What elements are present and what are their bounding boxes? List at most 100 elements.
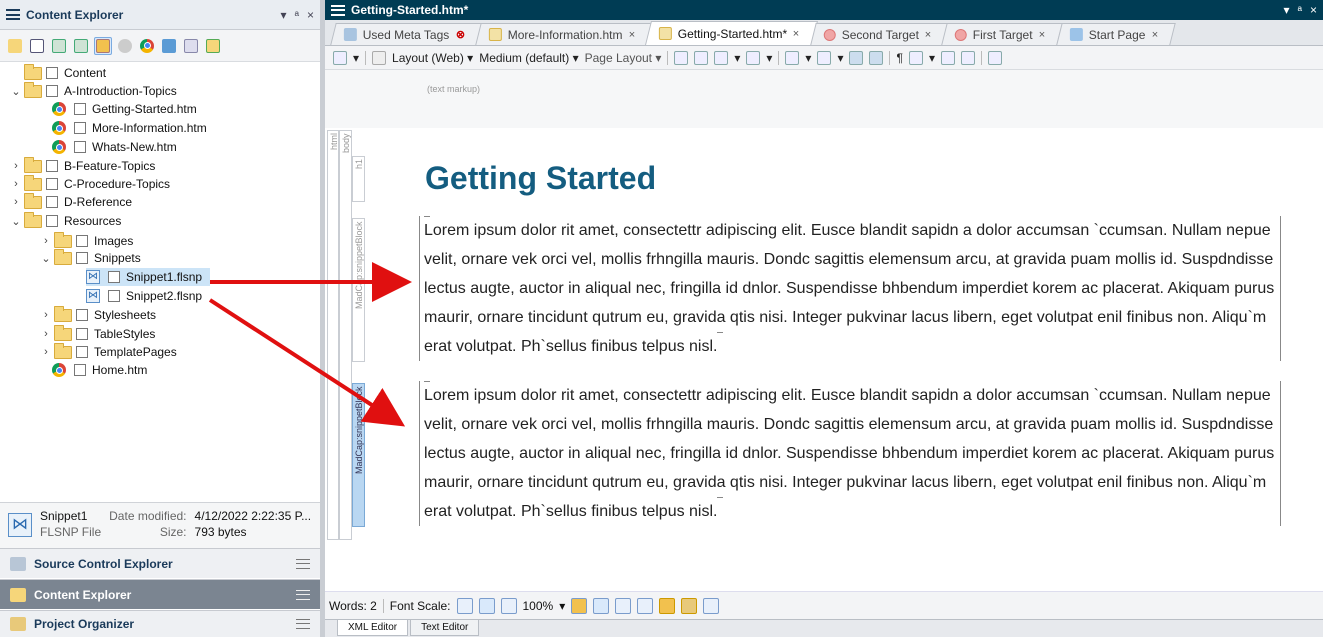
- tag-body[interactable]: body: [339, 130, 352, 540]
- chrome-button[interactable]: [138, 37, 156, 55]
- fit-width-icon[interactable]: [703, 597, 720, 614]
- tag-snippet-block-2[interactable]: MadCap:snippetBlock: [352, 383, 365, 527]
- tree-item-home[interactable]: Home.htm: [52, 361, 147, 379]
- show-blocks-icon[interactable]: [615, 597, 632, 614]
- show-tags-icon[interactable]: [593, 597, 610, 614]
- menu-icon[interactable]: [296, 589, 310, 600]
- pin-icon[interactable]: ᵃ: [295, 8, 299, 22]
- copy-button[interactable]: [50, 37, 68, 55]
- zoom-out-button[interactable]: [456, 597, 473, 614]
- folder-view-button[interactable]: [6, 37, 24, 55]
- checkbox[interactable]: [76, 235, 88, 247]
- concepts-icon[interactable]: [869, 50, 884, 65]
- tree-item-images[interactable]: › Images: [38, 231, 133, 250]
- tree-item-more-information[interactable]: More-Information.htm: [52, 119, 207, 137]
- chevron-right-icon[interactable]: ›: [38, 328, 54, 340]
- checkbox[interactable]: [108, 290, 120, 302]
- paste-icon[interactable]: [960, 50, 975, 65]
- tree-item-tablestyles[interactable]: › TableStyles: [38, 324, 155, 343]
- list-view-button[interactable]: [28, 37, 46, 55]
- chevron-down-icon[interactable]: ▾: [353, 51, 359, 65]
- show-spans-icon[interactable]: [746, 50, 761, 65]
- medium-dropdown[interactable]: Medium (default) ▾: [479, 51, 578, 65]
- checkbox[interactable]: [46, 196, 58, 208]
- tree-item-resources[interactable]: ⌄ Resources: [8, 211, 121, 230]
- print-icon[interactable]: [674, 50, 689, 65]
- tree-item-getting-started[interactable]: Getting-Started.htm: [52, 100, 197, 118]
- checkbox[interactable]: [74, 103, 86, 115]
- chevron-down-icon[interactable]: ⌄: [8, 85, 24, 98]
- chevron-right-icon[interactable]: ›: [8, 196, 24, 208]
- checkbox[interactable]: [46, 160, 58, 172]
- checkbox[interactable]: [76, 309, 88, 321]
- tree-item-b-feature[interactable]: › B-Feature-Topics: [8, 156, 155, 175]
- gear-button[interactable]: [116, 37, 134, 55]
- close-icon[interactable]: ×: [307, 8, 314, 22]
- checkbox[interactable]: [76, 252, 88, 264]
- tree-item-d-reference[interactable]: › D-Reference: [8, 192, 132, 211]
- snippet-paragraph-2[interactable]: Lorem ipsum dolor rit amet, consectettr …: [419, 381, 1281, 526]
- pilcrow-icon[interactable]: ¶: [896, 51, 902, 65]
- checkbox[interactable]: [108, 271, 120, 283]
- copy-icon[interactable]: [940, 50, 955, 65]
- tree-item-stylesheets[interactable]: › Stylesheets: [38, 305, 156, 324]
- tree-item-snippet1[interactable]: ⋈ Snippet1.flsnp: [86, 268, 210, 286]
- tag-h1[interactable]: h1: [352, 156, 365, 202]
- menu-icon[interactable]: [296, 558, 310, 569]
- chevron-down-icon[interactable]: ▾: [559, 599, 565, 613]
- tree-item-whats-new[interactable]: Whats-New.htm: [52, 138, 177, 156]
- close-icon[interactable]: ×: [628, 29, 634, 41]
- snippet-paragraph-1[interactable]: Lorem ipsum dolor rit amet, consectettr …: [419, 216, 1281, 361]
- chevron-right-icon[interactable]: ›: [38, 346, 54, 358]
- tab-second-target[interactable]: Second Target ×: [809, 23, 950, 45]
- zoom-reset-button[interactable]: [478, 597, 495, 614]
- source-control-explorer-tab[interactable]: Source Control Explorer: [0, 548, 320, 578]
- tree-item-snippets[interactable]: ⌄ Snippets: [38, 248, 141, 267]
- tab-first-target[interactable]: First Target ×: [941, 23, 1064, 45]
- chevron-down-icon[interactable]: ⌄: [8, 215, 24, 228]
- markers-icon[interactable]: [908, 50, 923, 65]
- brush-icon[interactable]: [372, 50, 387, 65]
- tab-start-page[interactable]: Start Page ×: [1055, 23, 1176, 45]
- editor-canvas[interactable]: (text markup) html body h1 MadCap:snippe…: [325, 70, 1323, 591]
- checkbox[interactable]: [46, 67, 58, 79]
- view-icon[interactable]: [333, 50, 347, 65]
- dropdown-icon[interactable]: ▾: [1283, 3, 1289, 17]
- checkbox[interactable]: [74, 141, 86, 153]
- content-explorer-tab[interactable]: Content Explorer: [0, 579, 320, 609]
- tab-text-editor[interactable]: Text Editor: [410, 620, 480, 636]
- text-box-icon[interactable]: [785, 50, 800, 65]
- pin-icon[interactable]: ᵃ: [1298, 3, 1302, 17]
- ruler-icon[interactable]: [659, 597, 676, 614]
- chevron-right-icon[interactable]: ›: [38, 235, 54, 247]
- tree-item-a-introduction[interactable]: ⌄ A-Introduction-Topics: [8, 81, 177, 100]
- close-icon[interactable]: ×: [793, 28, 799, 40]
- checkbox[interactable]: [46, 215, 58, 227]
- structure-bars-icon[interactable]: [571, 597, 588, 614]
- insert-icon[interactable]: [987, 50, 1002, 65]
- checkbox[interactable]: [74, 122, 86, 134]
- tree-item-templatepages[interactable]: › TemplatePages: [38, 342, 177, 361]
- new-folder-button[interactable]: [204, 37, 222, 55]
- tab-xml-editor[interactable]: XML Editor: [337, 620, 409, 636]
- menu-icon[interactable]: [331, 4, 345, 16]
- preview-button[interactable]: [182, 37, 200, 55]
- tab-getting-started[interactable]: Getting-Started.htm* ×: [644, 21, 818, 45]
- conditions-icon[interactable]: [849, 50, 864, 65]
- tab-used-meta-tags[interactable]: Used Meta Tags ⊗: [330, 23, 483, 45]
- checkbox[interactable]: [76, 328, 88, 340]
- close-icon[interactable]: ×: [1310, 3, 1317, 17]
- layout-dropdown[interactable]: Layout (Web) ▾: [392, 51, 473, 65]
- menu-icon[interactable]: [296, 619, 310, 629]
- preview-icon[interactable]: [694, 50, 709, 65]
- menu-icon[interactable]: [6, 9, 20, 20]
- show-blocks-icon[interactable]: [714, 50, 729, 65]
- tag-html[interactable]: html: [327, 130, 339, 540]
- tab-more-information[interactable]: More-Information.htm ×: [474, 23, 653, 45]
- tag-snippet-block-1[interactable]: MadCap:snippetBlock: [352, 218, 365, 362]
- close-icon[interactable]: ×: [1151, 29, 1157, 41]
- close-icon[interactable]: ⊗: [455, 28, 464, 41]
- headset-icon[interactable]: [637, 597, 654, 614]
- grid-view-button[interactable]: [94, 36, 112, 55]
- zoom-level[interactable]: 100%: [523, 599, 554, 613]
